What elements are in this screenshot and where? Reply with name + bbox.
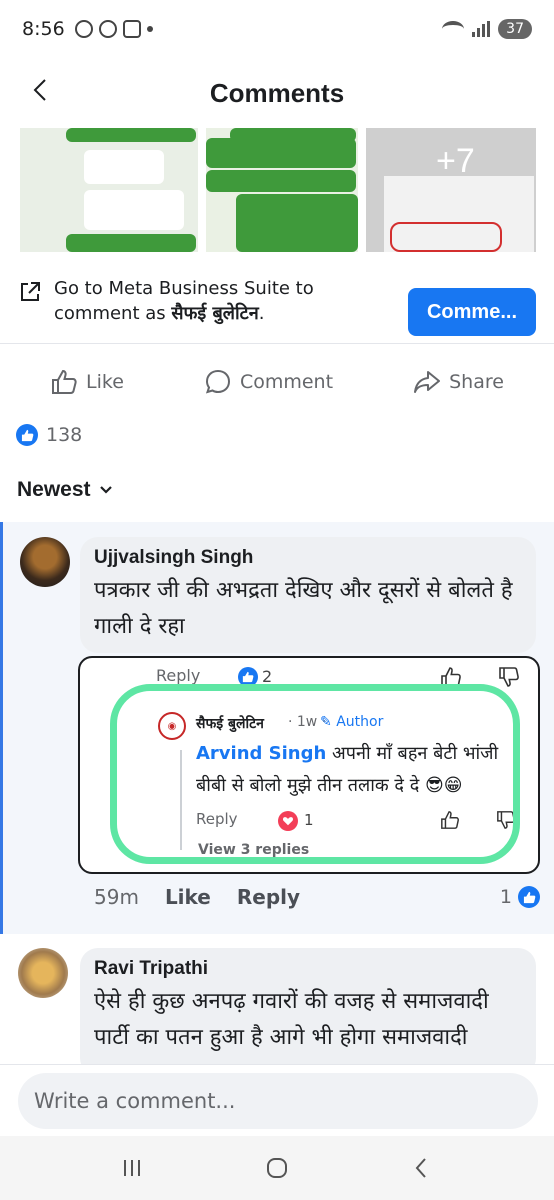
wifi-icon bbox=[442, 21, 465, 37]
media-thumbnail-1[interactable] bbox=[20, 128, 198, 252]
like-button[interactable]: Like bbox=[50, 368, 124, 396]
comment-timestamp[interactable]: 59m bbox=[94, 885, 139, 909]
compose-area bbox=[0, 1064, 554, 1140]
avatar[interactable] bbox=[20, 537, 70, 587]
system-back-button[interactable] bbox=[402, 1148, 442, 1188]
comment-bubble[interactable]: Ravi Tripathi ऐसे ही कुछ अनपढ़ गवारों की… bbox=[80, 948, 536, 1076]
status-bar: 8:56 37 bbox=[0, 0, 554, 58]
more-dot-icon bbox=[146, 26, 153, 32]
status-time: 8:56 bbox=[22, 18, 65, 40]
scan-icon bbox=[122, 20, 141, 38]
comment-like-button[interactable]: Like bbox=[165, 885, 211, 909]
sort-dropdown[interactable]: Newest bbox=[17, 478, 113, 502]
recent-apps-icon bbox=[124, 1160, 141, 1176]
comment-author[interactable]: Ravi Tripathi bbox=[94, 958, 522, 980]
comments-header: Comments bbox=[0, 58, 554, 128]
comment-icon bbox=[205, 369, 230, 394]
screenshot-reply-label: Reply bbox=[156, 666, 201, 685]
battery-indicator: 37 bbox=[498, 19, 532, 39]
post-action-row: Like Comment Share bbox=[0, 352, 554, 412]
comment-author[interactable]: Ujjvalsingh Singh bbox=[94, 547, 522, 569]
meta-business-suite-row: Go to Meta Business Suite to comment as … bbox=[0, 264, 554, 344]
reaction-summary[interactable]: 138 bbox=[16, 424, 82, 446]
like-reaction-icon bbox=[16, 424, 38, 446]
comment-actions-row: 59m Like Reply 1 bbox=[94, 880, 540, 914]
comment-reaction-count: 1 bbox=[499, 886, 512, 908]
home-button[interactable] bbox=[257, 1148, 297, 1188]
thumbs-up-icon bbox=[52, 369, 77, 394]
reaction-count: 138 bbox=[46, 424, 83, 446]
more-media-count: +7 bbox=[436, 142, 475, 180]
open-external-icon bbox=[21, 282, 40, 301]
share-button[interactable]: Share bbox=[413, 368, 504, 396]
signal-icon bbox=[472, 21, 491, 37]
home-icon bbox=[266, 1158, 287, 1178]
highlight-circle bbox=[110, 684, 520, 864]
notification-icons bbox=[74, 20, 153, 38]
media-thumbnail-3[interactable]: +7 bbox=[366, 128, 536, 252]
post-media-strip[interactable]: +7 bbox=[0, 128, 554, 252]
recent-apps-button[interactable] bbox=[112, 1148, 152, 1188]
system-icons: 37 bbox=[442, 19, 532, 39]
chevron-down-icon bbox=[99, 486, 112, 494]
share-icon bbox=[414, 371, 441, 393]
comment-bubble[interactable]: Ujjvalsingh Singh पत्रकार जी की अभद्रता … bbox=[80, 537, 536, 653]
comment-reaction-summary[interactable]: 1 bbox=[500, 886, 540, 908]
back-button[interactable] bbox=[26, 75, 56, 105]
meta-business-text[interactable]: Go to Meta Business Suite to comment as … bbox=[54, 276, 354, 326]
chevron-left-icon bbox=[33, 79, 46, 101]
comment-text: पत्रकार जी की अभद्रता देखिए और दूसरों से… bbox=[94, 578, 513, 639]
downvote-icon bbox=[499, 667, 519, 687]
system-navigation-bar bbox=[0, 1136, 554, 1200]
comment-button[interactable]: Comment bbox=[204, 368, 333, 396]
comment-image-attachment[interactable]: Reply 2 ◉ सैफई बुलेटिन · 1w · ✎ Author A… bbox=[78, 656, 540, 874]
write-comment-input[interactable] bbox=[18, 1073, 538, 1129]
avatar[interactable] bbox=[18, 948, 68, 998]
comment-text: ऐसे ही कुछ अनपढ़ गवारों की वजह से समाजवा… bbox=[94, 989, 489, 1050]
whatsapp-icon bbox=[74, 20, 93, 38]
sort-label: Newest bbox=[17, 478, 91, 501]
like-reaction-icon bbox=[518, 886, 540, 908]
page-title: Comments bbox=[209, 77, 345, 108]
comment-reply-button[interactable]: Reply bbox=[237, 885, 300, 909]
comment-as-page-button[interactable]: Comme... bbox=[408, 288, 536, 336]
back-icon bbox=[415, 1158, 426, 1178]
play-icon bbox=[98, 20, 117, 38]
media-thumbnail-2[interactable] bbox=[206, 128, 358, 252]
